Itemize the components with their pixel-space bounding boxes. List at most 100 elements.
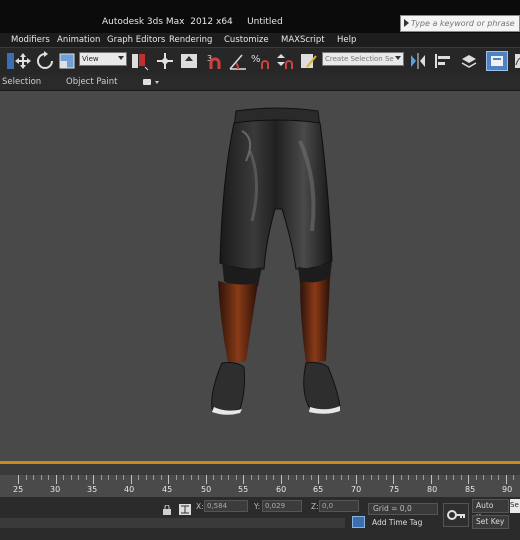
keyboard-shortcut-icon[interactable] — [178, 51, 200, 71]
track-tick — [190, 475, 192, 480]
menu-bar: Modifiers Animation Graph Editors Render… — [0, 33, 520, 47]
named-selection-dropdown[interactable]: Create Selection Se — [322, 52, 404, 66]
track-tick — [430, 475, 432, 484]
scale-icon[interactable] — [57, 51, 79, 71]
time-tag-icon[interactable] — [352, 516, 365, 528]
search-box[interactable] — [400, 15, 520, 32]
menu-modifiers[interactable]: Modifiers — [11, 35, 50, 45]
chevron-down-icon[interactable] — [155, 81, 159, 84]
track-tick-label: 45 — [162, 485, 173, 494]
tab-object-paint[interactable]: Object Paint — [66, 77, 117, 87]
manipulate-icon[interactable] — [154, 51, 176, 71]
x-label: X: — [196, 502, 204, 511]
menu-rendering[interactable]: Rendering — [169, 35, 212, 45]
y-coordinate-field[interactable]: 0,029 — [262, 500, 302, 512]
track-tick — [18, 475, 19, 484]
track-tick — [370, 475, 372, 480]
perspective-viewport[interactable] — [0, 91, 520, 461]
title-bar: Autodesk 3ds Max 2012 x64 Untitled — [0, 0, 520, 33]
y-label: Y: — [254, 502, 261, 511]
track-tick — [460, 475, 462, 480]
track-tick-label: 65 — [313, 485, 324, 494]
tab-selection[interactable]: Selection — [2, 77, 41, 87]
right-leg — [300, 277, 330, 363]
track-tick — [168, 475, 169, 484]
z-label: Z: — [311, 502, 319, 511]
menu-help[interactable]: Help — [337, 35, 356, 45]
graphite-icon[interactable] — [486, 51, 508, 71]
character-model — [211, 107, 341, 415]
track-tick — [258, 475, 259, 480]
track-tick — [108, 475, 109, 480]
auto-key-button[interactable]: Auto Key — [472, 499, 509, 522]
track-tick — [243, 475, 244, 484]
track-tick — [310, 475, 312, 480]
track-tick — [85, 475, 87, 480]
edit-named-selection-icon[interactable] — [298, 51, 320, 71]
track-tick — [445, 475, 447, 480]
select-object-icon[interactable] — [0, 51, 14, 71]
named-selection-placeholder: Create Selection Se — [325, 55, 394, 63]
menu-customize[interactable]: Customize — [224, 35, 269, 45]
track-tick-label: 25 — [13, 485, 24, 494]
menu-graph-editors[interactable]: Graph Editors — [107, 35, 165, 45]
track-bar[interactable]: 25 30 35 40 45 50 55 60 65 70 75 80 85 9… — [0, 475, 520, 497]
reference-coordinate-dropdown[interactable]: View — [79, 52, 127, 66]
ribbon-tabs: Selection Object Paint — [0, 75, 520, 91]
track-tick — [468, 475, 469, 484]
track-tick-label: 85 — [465, 485, 476, 494]
percent-snap-icon[interactable]: % — [250, 51, 272, 71]
track-tick — [145, 475, 147, 480]
track-tick — [295, 475, 297, 480]
track-bar-ticks — [0, 475, 520, 497]
mirror-icon[interactable] — [407, 51, 429, 71]
right-shoe — [303, 362, 341, 412]
track-tick-label: 90 — [502, 485, 513, 494]
z-coordinate-field[interactable]: 0,0 — [319, 500, 359, 512]
track-tick — [423, 475, 424, 480]
snaps-toggle-icon[interactable]: 3 — [205, 51, 227, 71]
track-tick — [78, 475, 79, 480]
ribbon-display-icon[interactable] — [143, 79, 151, 85]
track-tick — [265, 475, 267, 480]
search-arrow-icon[interactable] — [404, 19, 409, 27]
track-tick — [408, 475, 409, 480]
lock-selection-icon[interactable] — [162, 500, 172, 515]
track-tick — [490, 475, 492, 480]
track-tick-label: 75 — [389, 485, 400, 494]
menu-animation[interactable]: Animation — [57, 35, 100, 45]
time-slider[interactable] — [0, 464, 520, 475]
absolute-mode-icon[interactable] — [179, 500, 191, 515]
track-tick — [250, 475, 252, 480]
x-coordinate-field[interactable]: 0,584 — [204, 500, 248, 512]
prompt-line — [0, 518, 345, 528]
spinner-snap-icon[interactable] — [274, 51, 296, 71]
select-pivot-icon[interactable] — [129, 51, 151, 71]
search-input[interactable] — [411, 17, 517, 30]
curve-editor-icon[interactable] — [508, 51, 520, 71]
track-tick-label: 35 — [87, 485, 98, 494]
angle-snap-icon[interactable] — [228, 51, 250, 71]
svg-text:%: % — [251, 54, 261, 65]
key-icon — [447, 510, 465, 520]
add-time-tag-button[interactable]: Add Time Tag — [372, 518, 422, 527]
track-tick — [318, 475, 319, 484]
set-key-mode-button[interactable]: Set Key — [472, 515, 509, 529]
track-tick — [453, 475, 454, 480]
select-move-icon[interactable] — [12, 51, 34, 71]
track-tick — [153, 475, 154, 480]
window-title: Autodesk 3ds Max 2012 x64 Untitled — [102, 17, 283, 27]
track-tick-label: 50 — [201, 485, 212, 494]
track-tick — [198, 475, 199, 480]
layer-manager-icon[interactable] — [459, 51, 481, 71]
key-filter-dropdown[interactable]: Se — [510, 499, 520, 513]
set-key-button[interactable] — [443, 503, 469, 527]
track-tick — [498, 475, 499, 480]
track-tick — [505, 475, 507, 484]
align-icon[interactable] — [433, 51, 455, 71]
rotate-icon[interactable] — [34, 51, 56, 71]
menu-maxscript[interactable]: MAXScript — [281, 35, 325, 45]
track-tick — [385, 475, 387, 480]
track-tick — [205, 475, 207, 484]
track-tick — [325, 475, 327, 480]
